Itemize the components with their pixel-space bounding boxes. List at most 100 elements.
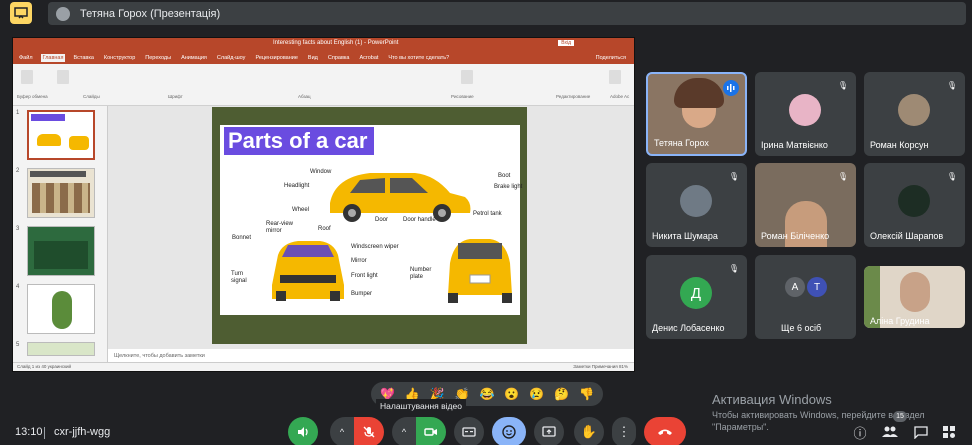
mic-off-icon: 🎙	[837, 80, 849, 90]
ppt-tab-file[interactable]: Файл	[17, 54, 35, 62]
presenter-chip[interactable]: Тетяна Горох (Презентація)	[48, 2, 966, 25]
mic-off-icon: 🎙	[946, 80, 958, 90]
participant-tile-more[interactable]: А Т Ще 6 осіб	[755, 255, 856, 339]
participant-name: Тетяна Горох	[654, 138, 709, 148]
raise-hand-button[interactable]: ✋	[574, 417, 604, 445]
participant-avatar	[898, 185, 930, 217]
ppt-window-title: Interesting facts about English (1) - Po…	[273, 40, 399, 46]
chat-icon[interactable]	[912, 423, 930, 441]
top-bar: Тетяна Горох (Презентація)	[0, 0, 972, 28]
ppt-signin-button[interactable]: Вхід	[558, 40, 574, 46]
participant-tile-iryna[interactable]: 🎙 Ірина Матвієнко	[755, 72, 856, 156]
ribbon-group-editing: Редактирование	[556, 94, 591, 99]
mic-toggle-button[interactable]	[354, 417, 384, 445]
ppt-ribbon: Буфер обмена Слайды Шрифт Абзац Рисовани…	[13, 64, 634, 106]
thumb-number: 3	[16, 226, 20, 232]
notes-pane[interactable]: Щелкните, чтобы добавить заметки	[108, 349, 634, 363]
status-right: Заметки Примечания 81%	[573, 364, 628, 369]
participant-tile-alina[interactable]: Аліна Грудина	[864, 266, 965, 328]
reaction-thinking-icon[interactable]: 🤔	[554, 387, 569, 401]
participant-avatar	[898, 94, 930, 126]
slide-thumbnail-2[interactable]	[27, 168, 95, 218]
participant-tile-oleksii[interactable]: 🎙 Олексій Шарапов	[864, 163, 965, 247]
participant-tile-tetiana[interactable]: Тетяна Горох	[646, 72, 747, 156]
windows-activation-title: Активация Windows	[712, 392, 832, 407]
emoji-icon	[502, 425, 516, 439]
chevron-up-icon: ^	[401, 427, 407, 437]
label-turn-signal: Turn signal	[231, 271, 247, 284]
participant-tile-nikita[interactable]: 🎙 Никита Шумара	[646, 163, 747, 247]
reactions-button[interactable]	[492, 417, 526, 445]
activities-icon[interactable]	[940, 423, 958, 441]
slide-thumbnail-4[interactable]	[27, 284, 95, 334]
current-slide[interactable]: Parts of a car Window Headlight Wheel Do…	[212, 107, 527, 344]
slide-thumbnail-1[interactable]	[27, 110, 95, 160]
present-button[interactable]	[534, 417, 564, 445]
label-headlight: Headlight	[284, 183, 310, 189]
speaking-indicator-icon	[723, 80, 739, 96]
clock: 13:10	[15, 426, 43, 438]
reaction-laugh-icon[interactable]: 😂	[479, 387, 494, 401]
reaction-thumbs-down-icon[interactable]: 👎	[579, 387, 594, 401]
participant-name: Роман Біліченко	[761, 231, 830, 241]
chevron-up-icon: ^	[339, 427, 345, 437]
slide-thumbnail-3[interactable]	[27, 226, 95, 276]
mic-options-button[interactable]: ^	[330, 417, 354, 445]
participant-name: Аліна Грудина	[870, 316, 930, 326]
audio-button[interactable]	[288, 417, 318, 445]
ppt-tab-help[interactable]: Справка	[326, 54, 352, 62]
ppt-tab-view[interactable]: Вид	[306, 54, 320, 62]
label-rear-view-mirror: Rear-view mirror	[266, 221, 294, 234]
adobe-pdf-icon[interactable]	[609, 70, 621, 84]
slide-thumbnails: 1 2 3 4 5	[13, 106, 108, 363]
participant-avatar	[680, 185, 712, 217]
people-icon[interactable]	[881, 423, 899, 441]
label-mirror: Mirror	[351, 258, 367, 264]
paste-icon[interactable]	[21, 70, 33, 84]
ppt-tab-design[interactable]: Конструктор	[102, 54, 137, 62]
label-brake-light: Brake light	[494, 184, 523, 190]
label-bumper: Bumper	[351, 291, 373, 297]
participant-name: Денис Лобасенко	[652, 323, 725, 333]
ppt-share-button[interactable]: Поделиться	[594, 54, 628, 62]
ppt-tab-review[interactable]: Рецензирование	[253, 54, 299, 62]
more-options-button[interactable]: ⋮	[612, 417, 636, 445]
thumb-number: 4	[16, 284, 20, 290]
divider	[44, 427, 45, 439]
leave-call-button[interactable]	[644, 417, 686, 445]
ppt-tab-insert[interactable]: Вставка	[71, 54, 95, 62]
arrange-icon[interactable]	[461, 70, 473, 84]
ppt-tab-transitions[interactable]: Переходы	[143, 54, 173, 62]
participant-tile-denys[interactable]: Д 🎙 Денис Лобасенко	[646, 255, 747, 339]
ppt-tab-animations[interactable]: Анимация	[179, 54, 209, 62]
mic-off-icon: 🎙	[728, 171, 740, 181]
slide-thumbnail-5[interactable]	[27, 342, 95, 356]
ppt-tab-acrobat[interactable]: Acrobat	[357, 54, 380, 62]
ppt-tab-slideshow[interactable]: Слайд-шоу	[215, 54, 248, 62]
camera-toggle-button[interactable]	[416, 417, 446, 445]
ribbon-group-slides: Слайды	[83, 94, 100, 99]
presentation-icon[interactable]	[10, 2, 32, 24]
ribbon-group-drawing: Рисование	[451, 94, 474, 99]
reaction-sad-icon[interactable]: 😢	[529, 387, 544, 401]
participant-name: Олексій Шарапов	[870, 231, 944, 241]
hand-icon: ✋	[580, 424, 598, 439]
participant-tile-roman-k[interactable]: 🎙 Роман Корсун	[864, 72, 965, 156]
reaction-surprised-icon[interactable]: 😮	[504, 387, 519, 401]
captions-button[interactable]	[454, 417, 484, 445]
ppt-tab-home[interactable]: Главная	[40, 53, 66, 62]
thumb-number: 1	[16, 110, 20, 116]
info-icon[interactable]: ⓘ	[851, 423, 869, 441]
present-icon	[542, 426, 556, 437]
presenter-avatar	[56, 6, 70, 21]
camera-options-button[interactable]: ^	[392, 417, 416, 445]
participant-tile-roman-b[interactable]: 🎙 Роман Біліченко	[755, 163, 856, 247]
participant-hair	[674, 78, 724, 108]
participant-avatar	[789, 94, 821, 126]
label-number-plate: Number plate	[410, 267, 432, 280]
label-door-handle: Door handle	[403, 217, 436, 223]
ppt-tell-me[interactable]: Что вы хотите сделать?	[386, 54, 451, 62]
new-slide-icon[interactable]	[57, 70, 69, 84]
camera-icon	[424, 428, 437, 436]
captions-icon	[462, 427, 476, 437]
